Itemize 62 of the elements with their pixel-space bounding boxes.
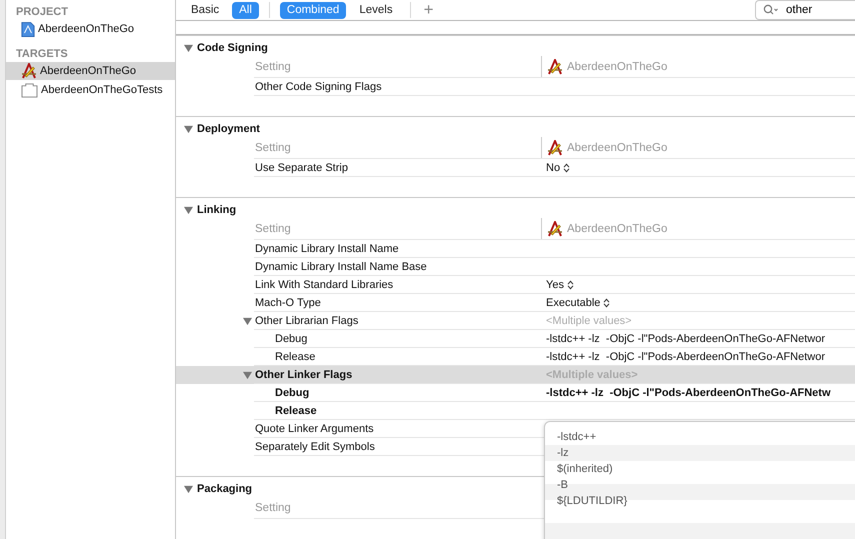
flag-item[interactable]: -lz [557, 447, 569, 459]
column-header: AberdeenOnTheGo [567, 60, 668, 72]
sidebar-item[interactable]: AberdeenOnTheGoTests [6, 81, 175, 99]
disclosure-triangle-icon[interactable] [184, 484, 193, 494]
column-header: AberdeenOnTheGo [567, 222, 668, 234]
flag-item[interactable]: ${LDUTILDIR} [557, 495, 628, 507]
disclosure-triangle-icon[interactable] [184, 124, 193, 134]
setting-name[interactable]: Dynamic Library Install Name Base [255, 260, 427, 272]
flag-item[interactable]: -lstdc++ [557, 431, 596, 443]
setting-name[interactable]: Separately Edit Symbols [255, 440, 375, 452]
project-file-icon [21, 20, 35, 38]
sidebar-item[interactable]: AberdeenOnTheGo [6, 62, 175, 80]
setting-value[interactable]: -lstdc++ -lz -ObjC -l"Pods-AberdeenOnTheGo-AFNetw [546, 386, 831, 398]
section-title: Deployment [197, 123, 260, 135]
configuration-name[interactable]: Release [275, 404, 317, 416]
configuration-name[interactable]: Debug [275, 332, 308, 344]
add-button[interactable]: + [420, 0, 437, 20]
setting-name[interactable]: Other Linker Flags [255, 368, 352, 380]
configuration-name[interactable]: Release [275, 350, 316, 362]
stepper-icon [566, 280, 574, 290]
section-title: Linking [197, 204, 236, 216]
folder-icon [21, 82, 38, 98]
filter-tab[interactable]: Basic [184, 2, 226, 19]
setting-name[interactable]: Other Librarian Flags [255, 314, 358, 326]
target-app-icon [547, 220, 563, 236]
setting-name[interactable]: Quote Linker Arguments [255, 422, 374, 434]
popup-value[interactable]: Yes [546, 278, 564, 290]
setting-value[interactable]: -lstdc++ -lz -ObjC -l"Pods-AberdeenOnTheGo-AFNetwor [546, 350, 826, 362]
setting-name[interactable]: Use Separate Strip [255, 162, 348, 174]
setting-name[interactable]: Dynamic Library Install Name [255, 242, 399, 254]
disclosure-triangle-icon[interactable] [184, 206, 193, 214]
search-field[interactable]: other [755, 0, 855, 20]
setting-name[interactable]: Mach-O Type [255, 296, 321, 308]
column-header: Setting [255, 502, 291, 514]
sidebar-heading: PROJECT [15, 5, 69, 19]
filter-tab[interactable]: Levels [352, 2, 400, 19]
section-title: Packaging [197, 483, 252, 495]
app-icon [21, 63, 37, 79]
column-header: Setting [255, 60, 291, 72]
setting-value[interactable]: -lstdc++ -lz -ObjC -l"Pods-AberdeenOnTheGo-AFNetwor [546, 332, 826, 344]
sidebar-item[interactable]: AberdeenOnTheGo [6, 20, 175, 38]
flag-item[interactable]: -B [557, 479, 568, 491]
target-app-icon [547, 140, 563, 156]
disclosure-triangle-icon[interactable] [243, 316, 252, 326]
search-icon[interactable] [763, 4, 779, 16]
setting-name[interactable]: Link With Standard Libraries [255, 278, 394, 290]
sidebar-heading: TARGETS [15, 47, 69, 61]
configuration-name[interactable]: Debug [275, 386, 310, 398]
stepper-icon [563, 162, 570, 172]
section-title: Code Signing [197, 42, 268, 54]
column-header: Setting [255, 222, 291, 234]
target-app-icon [547, 58, 563, 74]
multiple-values-text: <Multiple values> [546, 314, 632, 326]
disclosure-triangle-icon[interactable] [243, 370, 252, 380]
flag-item[interactable]: $(inherited) [557, 463, 613, 475]
column-header: AberdeenOnTheGo [567, 142, 668, 154]
popup-value[interactable]: No [546, 162, 560, 174]
popup-value[interactable]: Executable [546, 296, 600, 308]
disclosure-triangle-icon[interactable] [184, 44, 193, 52]
column-header: Setting [255, 142, 291, 154]
setting-name[interactable]: Other Code Signing Flags [255, 80, 382, 92]
stepper-icon [603, 298, 610, 308]
